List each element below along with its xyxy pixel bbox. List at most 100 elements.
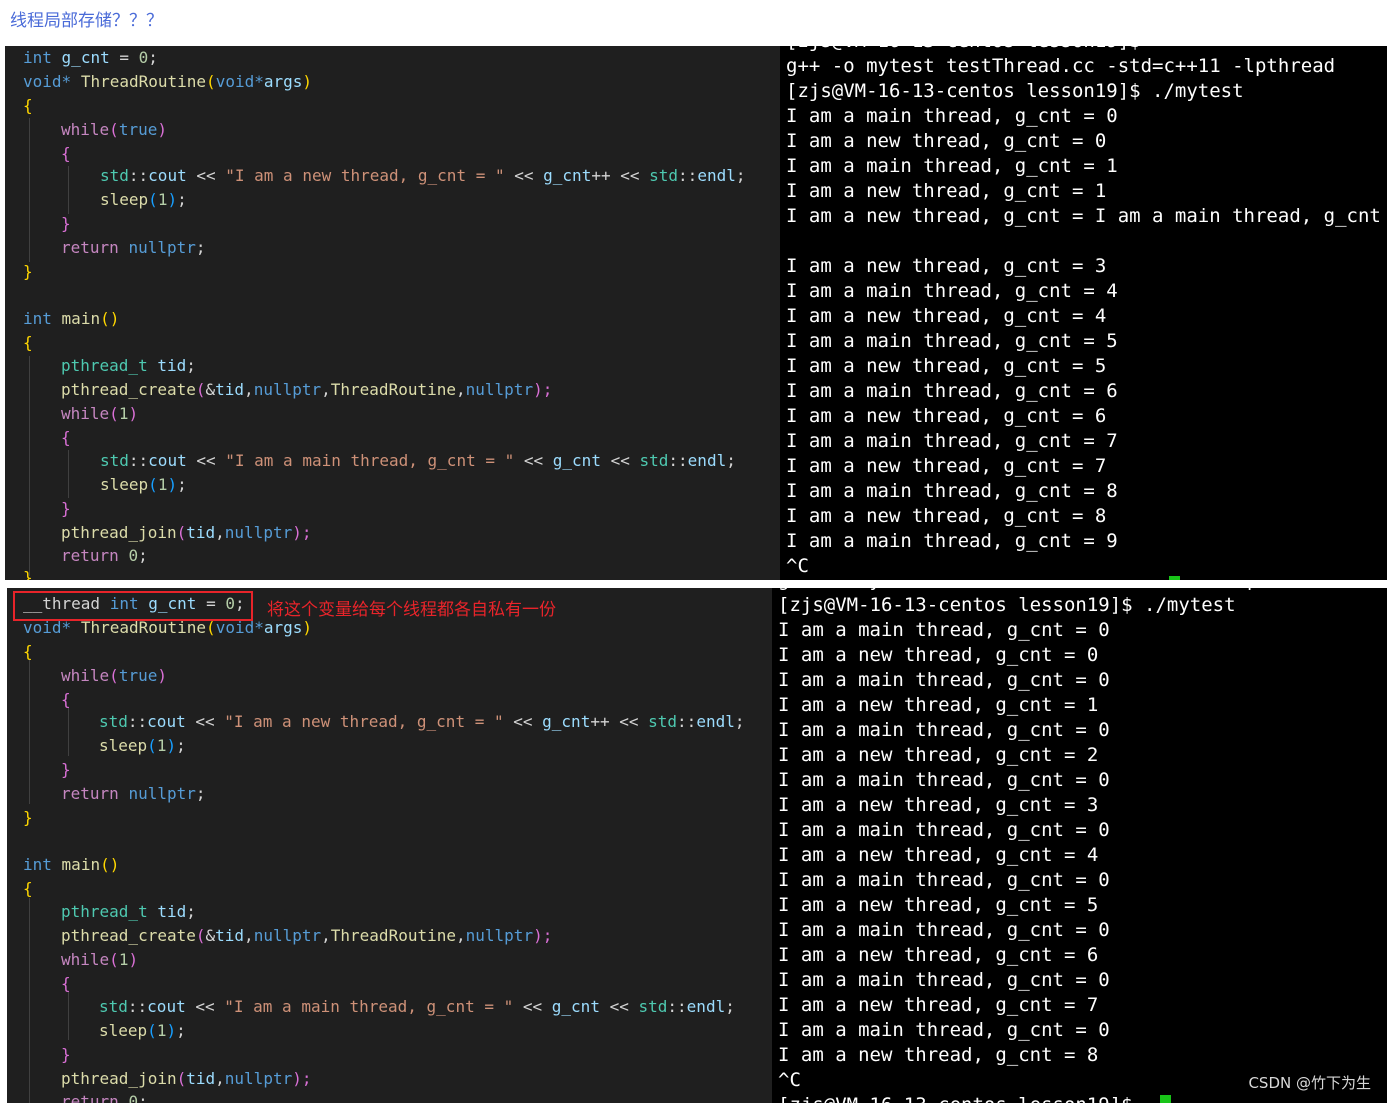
code-line-while[interactable]: while(true) (61, 118, 167, 142)
bottom-code-editor[interactable]: __thread int g_cnt = 0; void* ThreadRout… (7, 588, 772, 1103)
token-string: "I am a main thread, g_cnt = " (225, 451, 515, 470)
token-function: main (61, 855, 101, 874)
token-variable: tid (186, 523, 216, 542)
token-control: while (61, 404, 110, 423)
token-keyword: nullptr (465, 380, 534, 399)
token-operator: :: (127, 712, 148, 731)
token-bracket: ) (166, 1021, 177, 1040)
terminal-line: I am a main thread, g_cnt = 0 (778, 769, 1110, 791)
token-variable: cout (148, 166, 187, 185)
token-operator: :: (667, 997, 687, 1016)
token-bracket: ( (109, 666, 119, 685)
bottom-terminal[interactable]: g++ -o mytest testThread.cc -std=c++11 -… (772, 588, 1387, 1103)
token-punct: ; (177, 475, 187, 494)
code-line-brace[interactable]: } (23, 260, 33, 284)
code-line-brace[interactable]: } (61, 1043, 71, 1067)
token-keyword: int (23, 855, 52, 874)
code-line-sleep[interactable]: sleep(1); (100, 188, 187, 212)
code-line-signature[interactable]: void* ThreadRoutine(void*args) (23, 70, 312, 94)
token-function: sleep (100, 190, 149, 209)
token-namespace: std (100, 451, 129, 470)
top-code-editor[interactable]: int g_cnt = 0; void* ThreadRoutine(void*… (5, 46, 780, 580)
code-line-join[interactable]: pthread_join(tid,nullptr); (61, 521, 311, 545)
terminal-cursor (1169, 576, 1180, 580)
code-line-tid[interactable]: pthread_t tid; (61, 354, 196, 378)
token-control: return (61, 784, 119, 803)
token-punct: ; (176, 1021, 186, 1040)
code-line-brace[interactable]: { (23, 331, 33, 355)
token-bracket: ); (533, 926, 553, 945)
code-line-cout-main[interactable]: std::cout << "I am a main thread, g_cnt … (99, 995, 735, 1019)
token-bracket: ( (148, 475, 158, 494)
terminal-line: I am a new thread, g_cnt = 5 (786, 355, 1107, 377)
token-namespace: std (648, 712, 678, 731)
code-line-brace[interactable]: } (23, 566, 33, 580)
code-line-main[interactable]: int main() (23, 307, 119, 331)
token-punct: , (244, 926, 254, 945)
code-line-brace[interactable]: { (61, 688, 71, 712)
code-line-sleep[interactable]: sleep(1); (99, 1019, 186, 1043)
terminal-cursor (1160, 1095, 1171, 1103)
code-line-cout-new[interactable]: std::cout << "I am a new thread, g_cnt =… (100, 164, 745, 188)
code-line-create[interactable]: pthread_create(&tid,nullptr,ThreadRoutin… (61, 924, 552, 948)
token-variable: tid (157, 356, 187, 375)
indent-guide (68, 450, 69, 498)
code-line-brace[interactable]: { (61, 972, 71, 996)
token-namespace: std (99, 712, 128, 731)
page-heading: 线程局部存储？？？ (10, 11, 163, 31)
token-control: return (61, 1092, 119, 1103)
token-control: while (61, 120, 110, 139)
code-line-sleep[interactable]: sleep(1); (99, 734, 186, 758)
code-line-return[interactable]: return nullptr; (61, 782, 206, 806)
code-line-brace[interactable]: } (23, 806, 33, 830)
token-variable: endl (687, 451, 727, 470)
token-variable: args (263, 618, 303, 637)
code-line-tid[interactable]: pthread_t tid; (61, 900, 196, 924)
token-bracket: ( (148, 190, 158, 209)
terminal-line: g++ -o mytest testThread.cc -std=c++11 -… (786, 55, 1336, 77)
token-type: pthread_t (61, 356, 148, 375)
code-line-brace[interactable]: } (61, 497, 71, 521)
code-line-return0[interactable]: return 0; (61, 544, 148, 568)
code-line-while1[interactable]: while(1) (61, 948, 138, 972)
top-terminal[interactable]: [zjs@VM-16-13-centos lesson19]$g++ -o my… (780, 46, 1387, 580)
token-control: while (61, 666, 110, 685)
token-keyword: nullptr (253, 926, 322, 945)
terminal-line: I am a new thread, g_cnt = 8 (786, 505, 1107, 527)
token-punct: ; (186, 356, 196, 375)
terminal-line: I am a new thread, g_cnt = I am a main t… (786, 205, 1387, 227)
code-line-create[interactable]: pthread_create(&tid,nullptr,ThreadRoutin… (61, 378, 552, 402)
token-keyword: true (118, 666, 158, 685)
code-line-sleep[interactable]: sleep(1); (100, 473, 187, 497)
terminal-line: I am a main thread, g_cnt = 9 (786, 530, 1118, 552)
token-variable: endl (697, 166, 736, 185)
token-namespace: std (100, 166, 129, 185)
code-line-brace[interactable]: { (23, 640, 33, 664)
code-line-while[interactable]: while(true) (61, 664, 167, 688)
code-line-brace[interactable]: { (61, 142, 71, 166)
code-line-brace[interactable]: { (61, 426, 71, 450)
token-variable: endl (696, 712, 735, 731)
token-operator: :: (128, 166, 149, 185)
code-line-cout-main[interactable]: std::cout << "I am a main thread, g_cnt … (100, 449, 736, 473)
code-line-brace[interactable]: { (23, 94, 33, 118)
token-control: return (61, 546, 119, 565)
token-operator: :: (128, 451, 149, 470)
token-punct: ; (726, 451, 736, 470)
code-line-brace[interactable]: { (23, 877, 33, 901)
token-bracket: ( (109, 120, 119, 139)
token-bracket: () (100, 855, 120, 874)
token-punct: ; (138, 546, 148, 565)
code-line-gcnt[interactable]: int g_cnt = 0; (23, 46, 158, 70)
code-line-cout-new[interactable]: std::cout << "I am a new thread, g_cnt =… (99, 710, 744, 734)
code-line-join[interactable]: pthread_join(tid,nullptr); (61, 1067, 311, 1091)
code-line-return0[interactable]: return 0; (61, 1090, 148, 1103)
code-line-return[interactable]: return nullptr; (61, 236, 206, 260)
token-keyword: nullptr (465, 926, 534, 945)
code-line-brace[interactable]: } (61, 758, 71, 782)
code-line-brace[interactable]: } (61, 212, 71, 236)
token-bracket: ); (533, 380, 553, 399)
code-line-while1[interactable]: while(1) (61, 402, 138, 426)
code-line-main[interactable]: int main() (23, 853, 119, 877)
token-string: "I am a main thread, g_cnt = " (224, 997, 514, 1016)
